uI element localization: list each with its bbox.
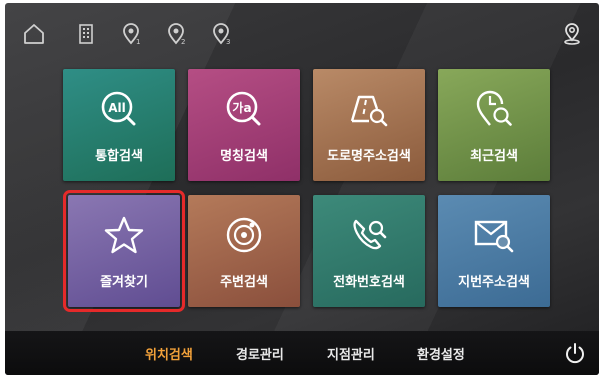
- tile-name-search[interactable]: 가a 명칭검색: [188, 69, 300, 181]
- phone-search-icon: [353, 219, 387, 250]
- user-location-icon[interactable]: [559, 21, 585, 47]
- bottom-menu-bar: 위치검색 경로관리 지점관리 환경설정: [5, 331, 599, 375]
- tile-label: 즐겨찾기: [100, 275, 148, 290]
- menu-point-management[interactable]: 지점관리: [327, 344, 375, 363]
- menu-route-management[interactable]: 경로관리: [236, 344, 284, 363]
- home-icon[interactable]: [21, 21, 47, 47]
- location-pin-1-icon[interactable]: 1: [118, 21, 144, 47]
- envelope-search-icon: [474, 220, 514, 253]
- navigation-screen: 1 2 3 All 통합검색 가a 명칭검색 도로명주소검색 최근검색 즐겨찾기…: [5, 3, 599, 375]
- tile-label: 도로명주소검색: [327, 149, 411, 164]
- building-icon[interactable]: [73, 21, 99, 47]
- location-pin-3-icon[interactable]: 3: [208, 21, 234, 47]
- road-map-search-icon: [350, 95, 388, 127]
- svg-text:3: 3: [226, 38, 230, 46]
- tile-label: 지번주소검색: [458, 275, 530, 290]
- svg-text:All: All: [108, 101, 126, 115]
- nearby-radar-icon: [226, 217, 262, 253]
- tile-label: 명칭검색: [220, 149, 268, 164]
- tile-nearby-search[interactable]: 주변검색: [188, 195, 300, 307]
- tile-phone-search[interactable]: 전화번호검색: [313, 195, 425, 307]
- tile-label: 주변검색: [220, 275, 268, 290]
- svg-text:가a: 가a: [232, 100, 251, 115]
- tile-road-address-search[interactable]: 도로명주소검색: [313, 69, 425, 181]
- recent-clock-pin-icon: [476, 90, 512, 126]
- all-search-icon: All: [101, 91, 136, 126]
- location-pin-2-icon[interactable]: 2: [163, 21, 189, 47]
- svg-text:1: 1: [136, 38, 140, 46]
- svg-text:2: 2: [181, 38, 185, 46]
- tile-lot-address-search[interactable]: 지번주소검색: [438, 195, 550, 307]
- menu-settings[interactable]: 환경설정: [417, 344, 465, 363]
- tile-integrated-search[interactable]: All 통합검색: [63, 69, 175, 181]
- tile-recent-search[interactable]: 최근검색: [438, 69, 550, 181]
- tile-label: 전화번호검색: [333, 275, 405, 290]
- name-search-icon: 가a: [226, 91, 261, 126]
- tile-label: 통합검색: [95, 149, 143, 164]
- top-bar: 1 2 3: [5, 3, 599, 61]
- tile-label: 최근검색: [470, 149, 518, 164]
- menu-location-search[interactable]: 위치검색: [145, 344, 193, 363]
- tile-favorites[interactable]: 즐겨찾기: [63, 190, 185, 312]
- power-icon[interactable]: [563, 341, 587, 365]
- star-icon: [104, 216, 144, 254]
